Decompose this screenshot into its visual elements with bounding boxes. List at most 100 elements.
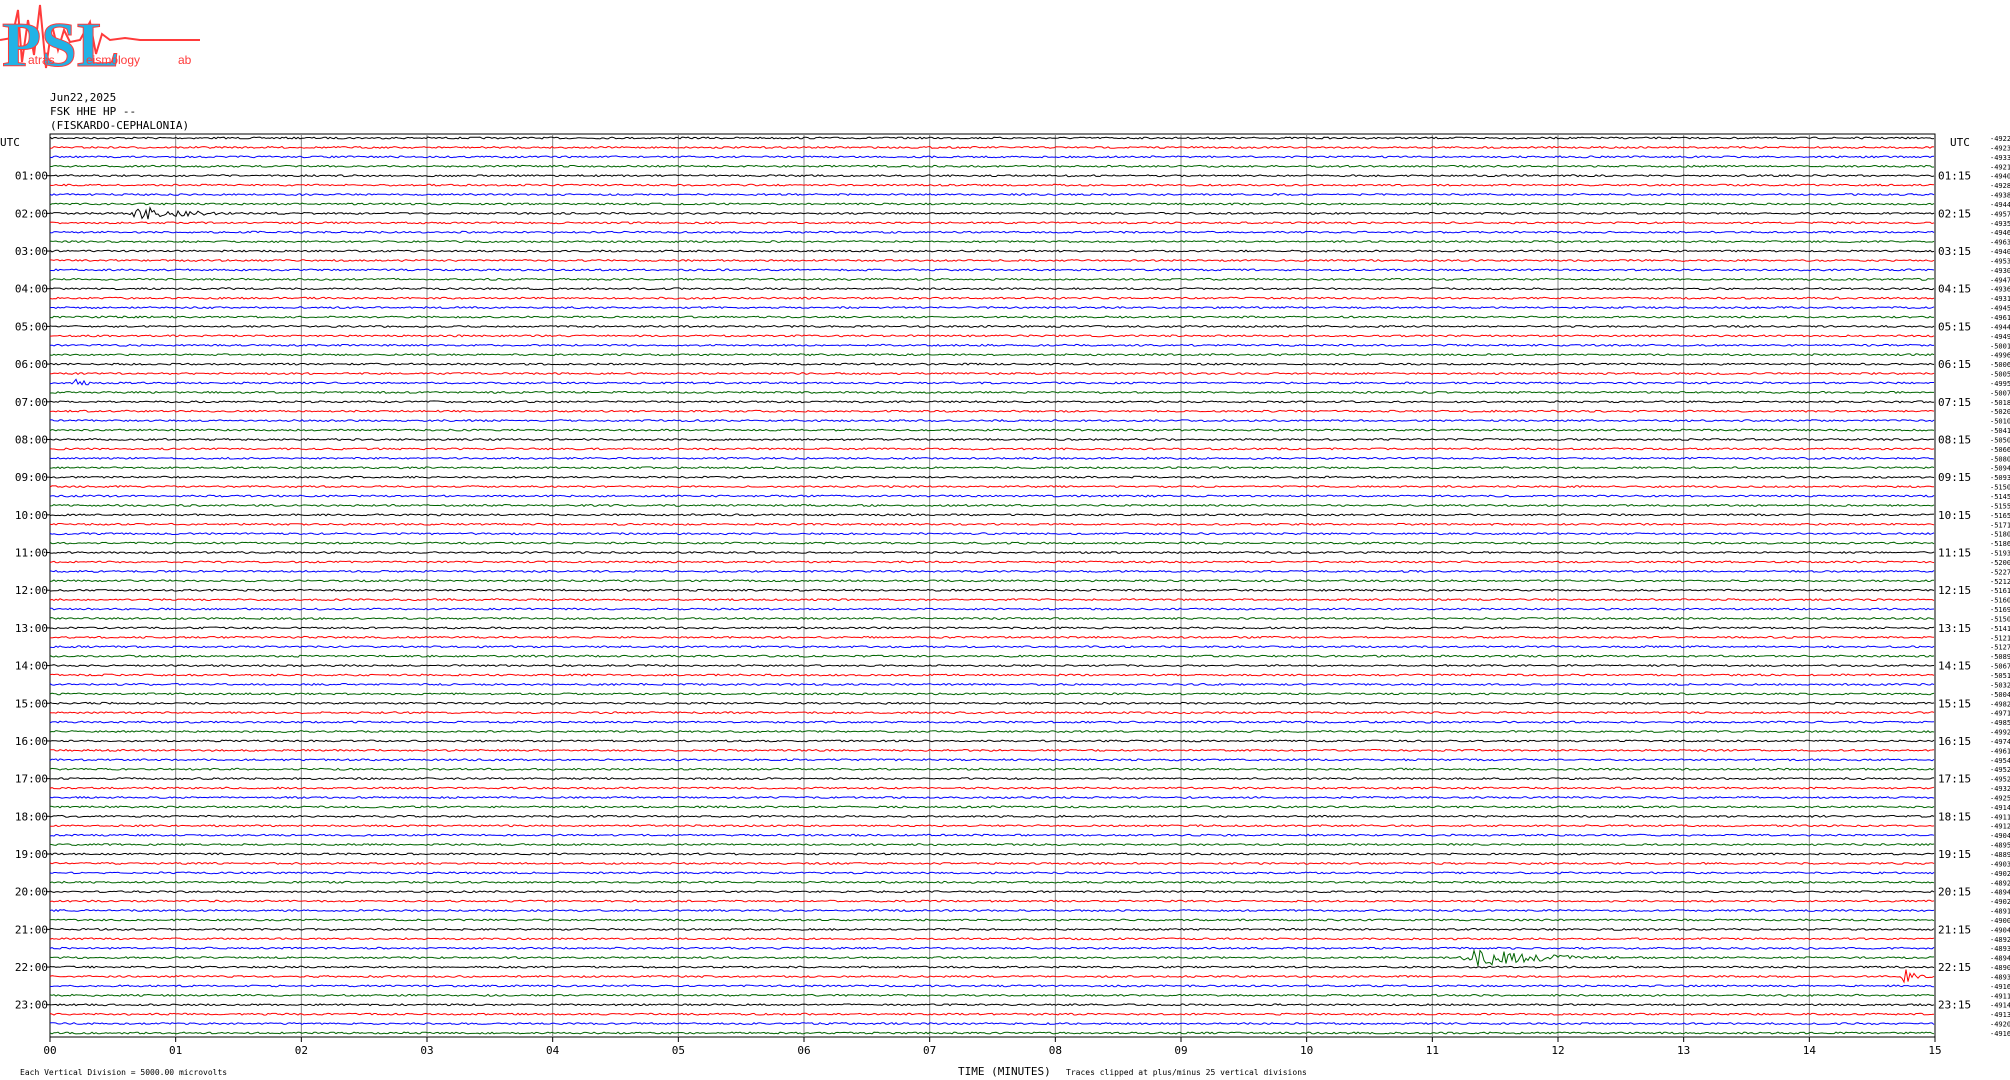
trace-offset-label: -4944: [1990, 201, 2010, 209]
trace-offset-label: -4957: [1990, 210, 2010, 218]
seismic-trace: [49, 777, 1935, 781]
seismic-trace: [49, 805, 1935, 809]
right-hour-label: 11:15: [1938, 547, 1971, 560]
seismic-trace: [49, 192, 1935, 197]
seismic-trace: [49, 965, 1935, 969]
right-hour-label: 16:15: [1938, 735, 1971, 748]
seismic-trace: [49, 362, 1935, 366]
trace-offset-label: -4952: [1990, 766, 2010, 774]
trace-offset-label: -4931: [1990, 295, 2010, 303]
trace-offset-label: -5145: [1990, 493, 2010, 501]
seismic-trace: [49, 541, 1935, 545]
left-hour-label: 08:00: [15, 433, 48, 446]
trace-offset-label: -4904: [1990, 832, 2010, 840]
seismic-trace: [49, 315, 1935, 319]
left-hour-label: 17:00: [15, 773, 48, 786]
trace-offset-label: -4914: [1990, 804, 2010, 812]
trace-offset-label: -5171: [1990, 521, 2010, 529]
right-hour-label: 20:15: [1938, 886, 1971, 899]
trace-offset-label: -4928: [1990, 182, 2010, 190]
trace-offset-label: -4912: [1990, 823, 2010, 831]
seismic-trace: [49, 711, 1935, 715]
left-hour-label: 20:00: [15, 886, 48, 899]
seismic-trace: [49, 437, 1934, 442]
x-tick-label: 09: [1174, 1044, 1187, 1057]
seismic-trace: [49, 1022, 1935, 1026]
trace-offset-label: -4961: [1990, 747, 2010, 755]
seismic-trace: [49, 390, 1934, 394]
trace-offset-label: -4902: [1990, 870, 2010, 878]
left-hour-label: 03:00: [15, 245, 48, 258]
trace-offset-label: -4933: [1990, 154, 2010, 162]
trace-offset-label: -4923: [1990, 144, 2010, 152]
trace-offset-label: -5227: [1990, 568, 2010, 576]
trace-offset-label: -4890: [1990, 964, 2010, 972]
seismic-trace: [49, 579, 1935, 583]
trace-offset-label: -4932: [1990, 785, 2010, 793]
seismic-trace: [49, 287, 1935, 291]
seismic-trace: [49, 1003, 1935, 1007]
trace-offset-label: -4894: [1990, 889, 2010, 897]
left-hour-label: 01:00: [15, 170, 48, 183]
left-hour-label: 15:00: [15, 697, 48, 710]
seismic-trace: [49, 654, 1935, 658]
seismic-trace: [49, 758, 1935, 762]
x-tick-label: 01: [169, 1044, 182, 1057]
seismic-trace: [49, 136, 1935, 140]
trace-offset-label: -4892: [1990, 936, 2010, 944]
trace-offset-label: -5007: [1990, 389, 2010, 397]
seismic-trace: [49, 353, 1935, 357]
seismic-trace: [49, 306, 1935, 310]
right-hour-label: 15:15: [1938, 697, 1971, 710]
x-tick-label: 15: [1928, 1044, 1941, 1057]
seismic-trace: [49, 447, 1935, 451]
trace-offset-label: -4930: [1990, 267, 2010, 275]
trace-offset-label: -4944: [1990, 323, 2010, 331]
trace-offset-label: -5094: [1990, 465, 2010, 473]
trace-offset-label: -5067: [1990, 663, 2010, 671]
trace-offset-label: -4893: [1990, 945, 2010, 953]
seismic-trace: [49, 409, 1935, 413]
seismic-trace: [49, 880, 1935, 884]
helicorder-plot: 00 01 02 03 04 05 06 07 08 09 10 11 12 13 14 15 UTC UTC TI…: [0, 133, 2010, 1078]
right-hour-label: 17:15: [1938, 773, 1971, 786]
trace-offset-label: -4900: [1990, 917, 2010, 925]
seismic-trace: [49, 664, 1935, 668]
trace-offset-label: -4953: [1990, 257, 2010, 265]
left-hour-label: 10:00: [15, 509, 48, 522]
trace-offset-label: -5020: [1990, 408, 2010, 416]
seismic-trace: [49, 494, 1935, 498]
x-tick-label: 05: [672, 1044, 685, 1057]
seismic-trace: [49, 635, 1935, 639]
seismic-trace: [49, 843, 1935, 847]
trace-offset-label: -5161: [1990, 587, 2010, 595]
seismic-trace: [49, 371, 1935, 376]
trace-offset-label: -4895: [1990, 842, 2010, 850]
trace-offset-label: -5200: [1990, 559, 2010, 567]
seismic-trace: [49, 645, 1935, 649]
trace-offset-label: -4914: [1990, 1002, 2010, 1010]
seismic-trace: [49, 485, 1934, 489]
seismic-trace: [49, 174, 1935, 178]
right-hour-label: 19:15: [1938, 848, 1971, 861]
seismic-trace: [49, 155, 1935, 159]
seismic-trace: [49, 513, 1935, 517]
seismic-trace: [49, 456, 1935, 460]
trace-offset-label: -5141: [1990, 625, 2010, 633]
seismic-trace: [49, 588, 1935, 592]
trace-offset-label: -4916: [1990, 1030, 2010, 1038]
x-tick-label: 07: [923, 1044, 936, 1057]
seismic-trace: [49, 145, 1935, 149]
trace-offset-label: -5160: [1990, 597, 2010, 605]
seismic-trace: [50, 824, 1935, 828]
seismic-trace: [49, 206, 1935, 220]
right-hour-label: 08:15: [1938, 433, 1971, 446]
trace-offset-label: -4974: [1990, 738, 2010, 746]
trace-offset-label: -4940: [1990, 173, 2010, 181]
trace-offset-label: -5089: [1990, 653, 2010, 661]
seismic-trace: [49, 984, 1935, 988]
left-hour-label: 14:00: [15, 660, 48, 673]
right-hour-label: 22:15: [1938, 961, 1971, 974]
seismic-trace: [50, 748, 1935, 752]
trace-offset-label: -4891: [1990, 908, 2010, 916]
